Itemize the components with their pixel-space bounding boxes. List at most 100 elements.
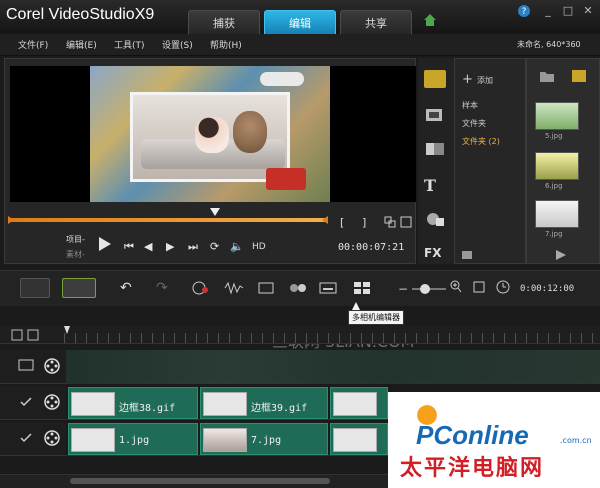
media-thumbnail[interactable] <box>535 152 579 180</box>
folder-icon[interactable] <box>540 70 554 82</box>
menu-edit[interactable]: 编辑(E) <box>66 38 97 51</box>
pconline-domain: .com.cn <box>560 436 592 445</box>
pconline-brand-cn: 太平洋电脑网 <box>400 455 545 480</box>
fit-project-icon[interactable] <box>472 280 486 294</box>
view-icon[interactable] <box>572 70 586 82</box>
thumbnail-label: 6.jpg <box>545 182 563 190</box>
scrubber-track[interactable] <box>10 218 328 222</box>
track-visibility-icon[interactable] <box>20 432 32 444</box>
thumbnail-label: 5.jpg <box>545 132 563 140</box>
project-info: 未命名, 640*360 <box>517 40 581 49</box>
help-icon[interactable]: ? <box>516 4 532 18</box>
multicam-editor-icon[interactable] <box>352 280 372 296</box>
next-frame-icon[interactable]: ▶ <box>166 240 174 253</box>
tab-share[interactable]: 共享 <box>340 10 412 34</box>
add-folder-button[interactable]: + 添加 <box>462 72 493 87</box>
mark-in-button[interactable]: [ <box>340 216 344 229</box>
home-icon[interactable] <box>424 14 436 26</box>
timeline-clip[interactable]: 边框39.gif <box>200 387 328 419</box>
motion-tracking-icon[interactable] <box>288 280 308 296</box>
home-button-icon[interactable]: ⏮ <box>124 240 134 254</box>
trim-start-handle[interactable] <box>8 216 14 224</box>
plane-decoration <box>260 72 304 86</box>
track-visibility-icon[interactable] <box>20 396 32 408</box>
app-title: Corel VideoStudioX9 <box>6 6 155 23</box>
timeline-clip[interactable] <box>330 423 388 455</box>
menu-file[interactable]: 文件(F) <box>18 38 48 51</box>
clock-icon <box>496 280 510 294</box>
title-icon[interactable]: T <box>424 176 446 195</box>
menu-settings[interactable]: 设置(S) <box>162 38 193 51</box>
maximize-icon[interactable]: □ <box>560 4 576 18</box>
clip-thumbnail <box>71 428 115 452</box>
folder-item[interactable]: 样本 <box>462 100 478 111</box>
volume-icon[interactable]: 🔈 <box>230 240 244 253</box>
graphic-icon[interactable] <box>424 210 446 228</box>
end-button-icon[interactable]: ⏭ <box>188 240 198 254</box>
menu-help[interactable]: 帮助(H) <box>210 38 242 51</box>
mark-out-button[interactable]: ] <box>362 216 366 229</box>
bus-decoration <box>266 168 306 190</box>
track-manager-icon[interactable] <box>10 328 60 342</box>
timeline-clip[interactable]: 7.jpg <box>200 423 328 455</box>
library-sidebar <box>418 58 454 264</box>
options-icon[interactable] <box>556 250 566 260</box>
tooltip: 多相机编辑器 <box>348 310 404 325</box>
storyboard-view-button[interactable] <box>20 278 50 298</box>
auto-music-icon[interactable] <box>256 280 276 296</box>
record-capture-icon[interactable] <box>190 280 210 296</box>
clip-thumbnail <box>333 392 377 416</box>
filter-icon[interactable]: FX <box>424 246 446 264</box>
clip-name: 1.jpg <box>119 435 150 446</box>
timecode[interactable]: 00:00:07:21 <box>338 242 404 253</box>
browse-icon[interactable] <box>462 250 486 260</box>
video-track-clips[interactable] <box>66 350 600 384</box>
menu-tools[interactable]: 工具(T) <box>114 38 145 51</box>
media-icon[interactable] <box>424 70 446 88</box>
overlay-track-icon <box>44 394 60 410</box>
scrubber-handle[interactable] <box>210 208 220 216</box>
trim-end-handle[interactable] <box>322 216 328 224</box>
zoom-in-icon[interactable] <box>450 280 462 294</box>
close-icon[interactable]: ✕ <box>580 4 596 18</box>
timeline-clip[interactable] <box>330 387 388 419</box>
ruler-ticks <box>64 333 600 343</box>
clip-thumbnail <box>333 428 377 452</box>
subtitle-editor-icon[interactable] <box>318 280 338 296</box>
undo-icon[interactable]: ↶ <box>120 280 140 296</box>
minimize-icon[interactable]: _ <box>540 4 556 18</box>
tab-capture[interactable]: 捕获 <box>188 10 260 34</box>
hd-toggle[interactable]: HD <box>252 242 266 252</box>
clip-mode[interactable]: 素材- <box>66 249 85 260</box>
timeline-clip[interactable]: 边框38.gif <box>68 387 198 419</box>
zoom-slider-knob[interactable] <box>420 284 430 294</box>
tab-edit[interactable]: 编辑 <box>264 10 336 34</box>
prev-frame-icon[interactable]: ◀ <box>144 240 152 253</box>
folder-item-selected[interactable]: 文件夹 (2) <box>462 136 500 147</box>
enlarge-icon[interactable] <box>400 216 412 228</box>
timeline-clip[interactable]: 1.jpg <box>68 423 198 455</box>
instant-project-icon[interactable] <box>424 106 446 124</box>
track-visibility-icon[interactable] <box>16 356 36 376</box>
clip-thumbnail <box>71 392 115 416</box>
overlay-track-icon <box>44 430 60 446</box>
project-duration: 0:00:12:00 <box>520 284 575 294</box>
library-folder-panel <box>454 58 526 264</box>
redo-icon[interactable]: ↷ <box>156 280 176 296</box>
folder-item[interactable]: 文件夹 <box>462 118 486 129</box>
sound-mixer-icon[interactable] <box>224 280 244 296</box>
play-button[interactable] <box>96 236 112 252</box>
repeat-icon[interactable]: ⟳ <box>210 240 219 253</box>
clip-name: 边框38.gif <box>119 403 176 414</box>
clip-name: 边框39.gif <box>251 403 308 414</box>
video-track-icon <box>44 358 60 374</box>
project-mode[interactable]: 项目- <box>66 234 85 245</box>
media-thumbnail[interactable] <box>535 200 579 228</box>
person <box>195 117 229 153</box>
timeline-view-button[interactable] <box>62 278 96 298</box>
horizontal-scrollbar[interactable] <box>70 478 330 484</box>
transition-icon[interactable] <box>424 140 446 158</box>
media-thumbnail[interactable] <box>535 102 579 130</box>
zoom-out-icon[interactable]: − <box>398 282 410 296</box>
split-clip-icon[interactable] <box>384 216 396 228</box>
